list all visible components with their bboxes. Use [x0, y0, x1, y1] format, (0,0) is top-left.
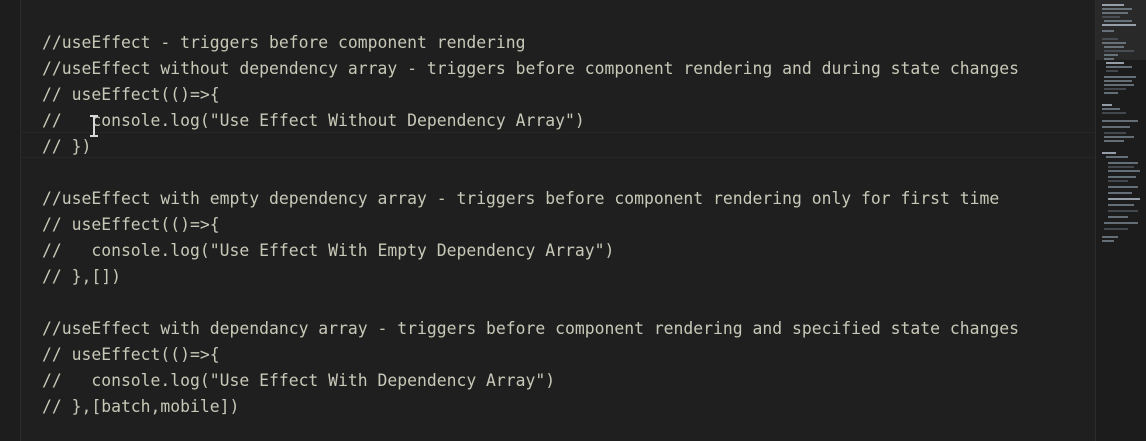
code-line-2[interactable]: //useEffect without dependency array - t… — [42, 56, 1019, 82]
code-line-7[interactable]: //useEffect with empty dependency array … — [42, 186, 999, 212]
code-line-15[interactable]: // },[batch,mobile]) — [42, 394, 239, 420]
code-editor[interactable]: //useEffect - triggers before component … — [0, 0, 1146, 441]
code-area[interactable]: //useEffect - triggers before component … — [42, 30, 1092, 430]
code-line-10[interactable]: // },[]) — [42, 264, 121, 290]
code-line-4[interactable]: // console.log("Use Effect Without Depen… — [42, 108, 585, 134]
code-line-5[interactable]: // }) — [42, 134, 91, 160]
text-cursor-icon — [90, 115, 98, 137]
code-line-9[interactable]: // console.log("Use Effect With Empty De… — [42, 238, 614, 264]
code-line-14[interactable]: // console.log("Use Effect With Dependen… — [42, 368, 555, 394]
code-line-13[interactable]: // useEffect(()=>{ — [42, 342, 220, 368]
code-line-12[interactable]: //useEffect with dependancy array - trig… — [42, 316, 1019, 342]
minimap[interactable] — [1095, 0, 1146, 441]
code-line-1[interactable]: //useEffect - triggers before component … — [42, 30, 526, 56]
editor-gutter — [0, 0, 21, 441]
code-line-3[interactable]: // useEffect(()=>{ — [42, 82, 220, 108]
code-line-8[interactable]: // useEffect(()=>{ — [42, 212, 220, 238]
